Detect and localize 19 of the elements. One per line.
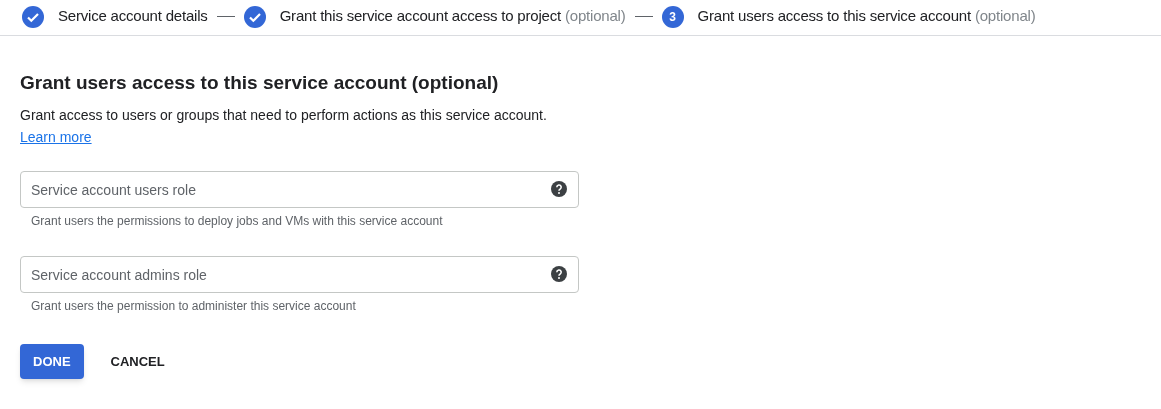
help-icon[interactable] bbox=[551, 181, 567, 197]
step-number: 3 bbox=[661, 5, 684, 28]
step-label: Grant this service account access to project bbox=[279, 6, 561, 27]
done-button[interactable]: DONE bbox=[20, 344, 84, 379]
checkmark-icon bbox=[22, 5, 44, 28]
cancel-button[interactable]: CANCEL bbox=[89, 344, 186, 379]
checkmark-icon bbox=[243, 5, 266, 28]
step-note: (optional) bbox=[565, 6, 626, 27]
help-icon[interactable] bbox=[551, 266, 567, 282]
learn-more-link[interactable]: Learn more bbox=[20, 127, 92, 147]
role-field[interactable]: Service account users role bbox=[20, 171, 579, 208]
field-hint: Grant users the permissions to deploy jobs and VMs with this service account bbox=[31, 213, 444, 230]
section-description: Grant access to users or groups that need to perform actions as this service account. bbox=[20, 106, 548, 125]
step-label: Service account details bbox=[58, 6, 208, 27]
section-title: Grant users access to this service account (optional) bbox=[20, 71, 500, 95]
step-label: Grant users access to this service account bbox=[697, 6, 971, 27]
role-field[interactable]: Service account admins role bbox=[20, 256, 579, 293]
step-note: (optional) bbox=[974, 6, 1036, 27]
field-hint: Grant users the permission to administer this service account bbox=[31, 298, 357, 315]
